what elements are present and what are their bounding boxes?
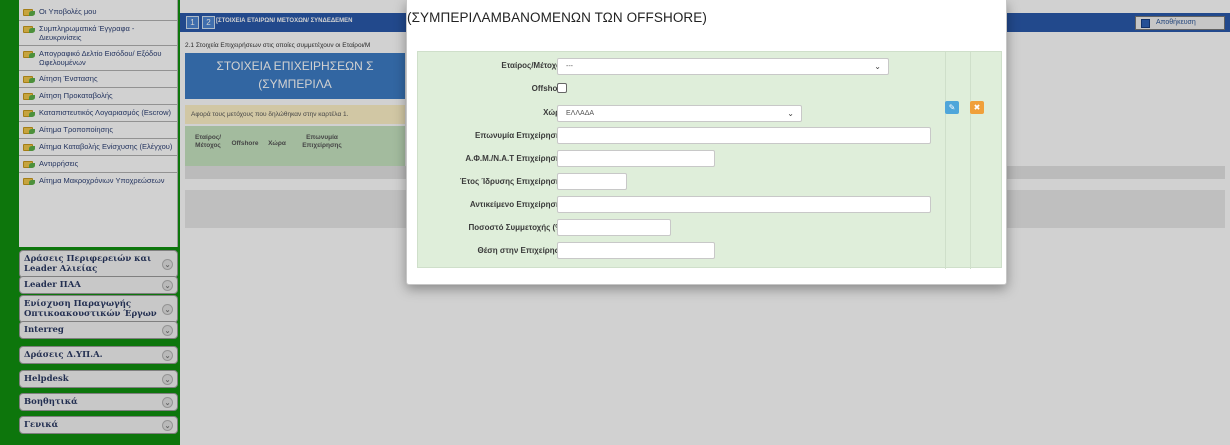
object-input[interactable] <box>557 196 931 213</box>
share-label: Ποσοστό Συμμετοχής (%) <box>468 223 565 232</box>
company-form: Εταίρος/Μέτοχος --- ⌄ Offshore Χώρα ΕΛΛΑ… <box>417 51 1002 269</box>
object-label: Αντικείμενο Επιχείρησης <box>469 200 565 209</box>
partner-label: Εταίρος/Μέτοχος <box>501 61 565 70</box>
action-column <box>946 52 971 269</box>
position-label: Θέση στην Επιχείρηση <box>477 246 565 255</box>
company-name-input[interactable] <box>557 127 931 144</box>
close-icon[interactable]: ✖ <box>970 101 984 114</box>
offshore-checkbox[interactable] <box>557 83 567 93</box>
chevron-down-icon: ⌄ <box>787 109 794 118</box>
partner-select[interactable]: --- ⌄ <box>557 58 889 75</box>
partner-select-value: --- <box>566 63 573 70</box>
country-select[interactable]: ΕΛΛΑΔΑ ⌄ <box>557 105 802 122</box>
year-label: Έτος Ίδρυσης Επιχείρησης <box>459 177 565 186</box>
save-row-icon[interactable]: ✎ <box>945 101 959 114</box>
country-select-value: ΕΛΛΑΔΑ <box>566 110 595 117</box>
modal-title: (ΣΥΜΠΕΡΙΛΑΜΒΑΝΟΜΕΝΩΝ ΤΩΝ OFFSHORE) <box>407 10 707 25</box>
form-fields-column: Εταίρος/Μέτοχος --- ⌄ Offshore Χώρα ΕΛΛΑ… <box>418 52 946 269</box>
position-input[interactable] <box>557 242 715 259</box>
vat-input[interactable] <box>557 150 715 167</box>
share-input[interactable] <box>557 219 671 236</box>
year-input[interactable] <box>557 173 627 190</box>
chevron-down-icon: ⌄ <box>874 62 881 71</box>
company-name-label: Επωνυμία Επιχείρησης <box>474 131 565 140</box>
edit-company-modal: (ΣΥΜΠΕΡΙΛΑΜΒΑΝΟΜΕΝΩΝ ΤΩΝ OFFSHORE) Εταίρ… <box>406 0 1007 285</box>
vat-label: Α.Φ.Μ./Ν.Α.Τ Επιχείρησης <box>465 154 565 163</box>
